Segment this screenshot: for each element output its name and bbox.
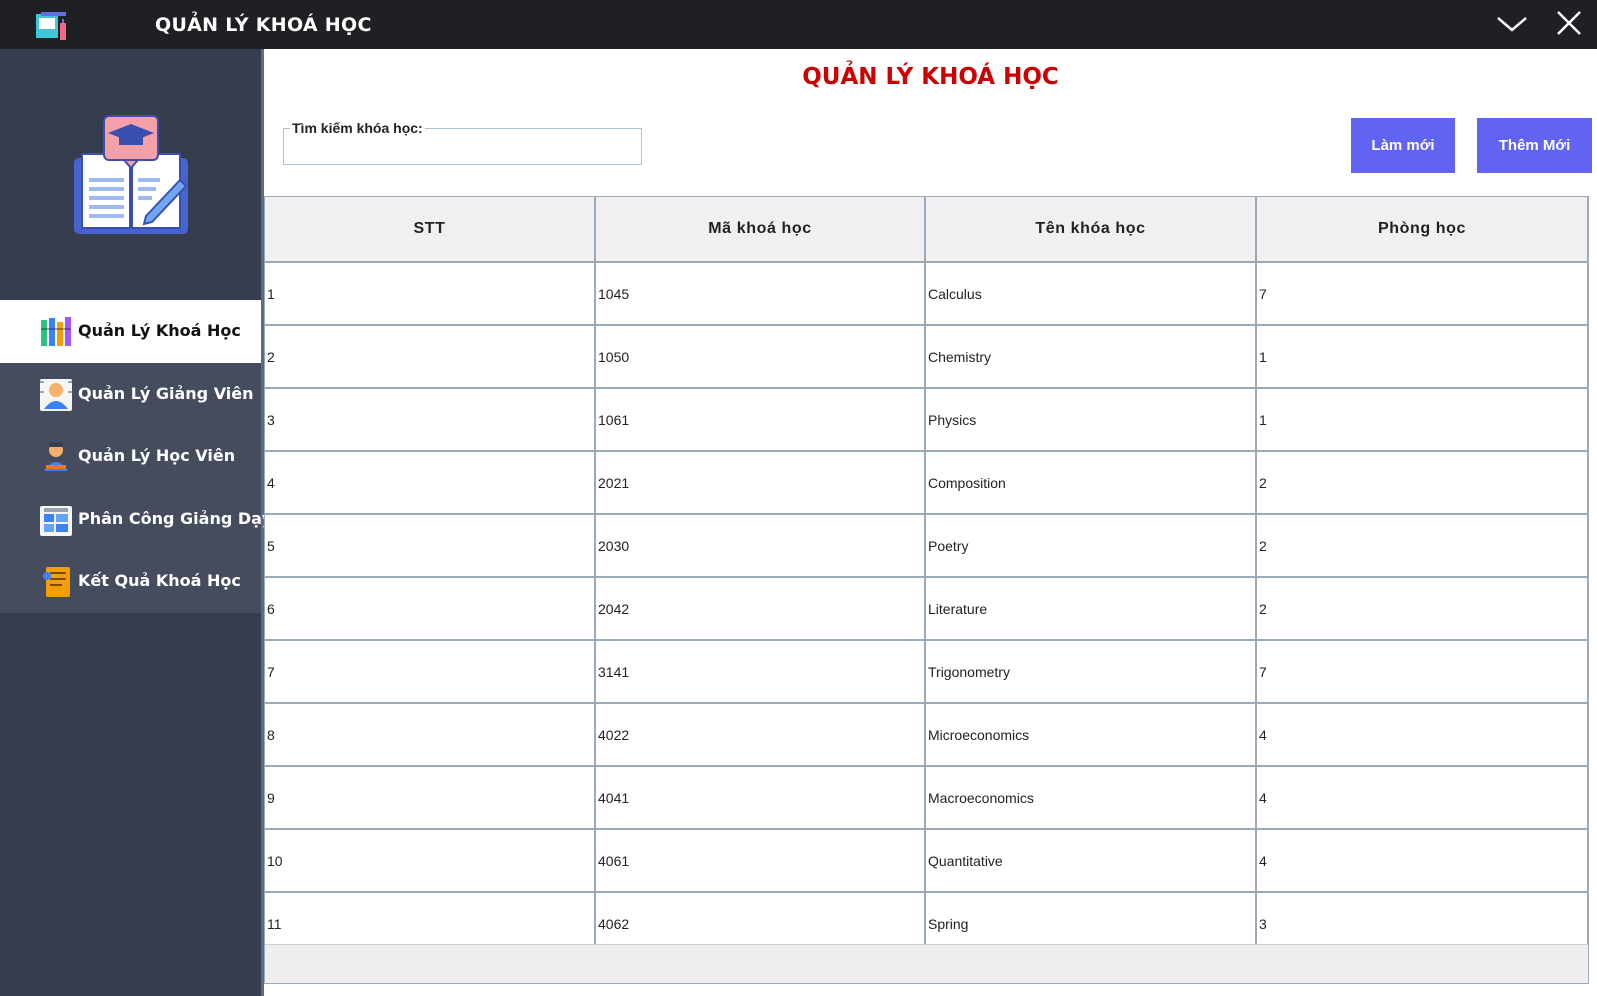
table-cell: 3 — [265, 388, 596, 452]
table-cell: Physics — [925, 388, 1257, 452]
table-row[interactable]: 2 1050 Chemistry 1 — [265, 325, 1589, 389]
search-input[interactable] — [286, 141, 642, 163]
table-cell: Calculus — [925, 262, 1257, 326]
refresh-button[interactable]: Làm mới — [1351, 118, 1455, 173]
table-body: 1 1045 Calculus 7 2 1050 Chemistry 1 3 1061 Physic… — [265, 262, 1589, 956]
table-cell: 1 — [1256, 388, 1589, 452]
report-icon — [43, 567, 70, 598]
table-cell: 7 — [1256, 262, 1589, 326]
table-cell: 4041 — [595, 766, 926, 830]
table-cell: 5 — [265, 514, 596, 578]
table-cell: 2 — [1256, 451, 1589, 515]
table-cell: 1 — [265, 262, 596, 326]
table-row[interactable]: 4 2021 Composition 2 — [265, 451, 1589, 515]
table-cell: 4 — [1256, 829, 1589, 893]
sidebar-item-course-management[interactable]: Quản Lý Khoá Học — [0, 300, 261, 363]
table-cell: 2 — [265, 325, 596, 389]
table-header-row: STT Mã khoá học Tên khóa học Phòng học — [265, 197, 1589, 263]
table-cell: 9 — [265, 766, 596, 830]
sidebar-item-label: Phân Công Giảng Dạy — [78, 508, 273, 528]
table-footer — [265, 944, 1588, 983]
table-cell: Literature — [925, 577, 1257, 641]
table-cell: 1045 — [595, 262, 926, 326]
table-row[interactable]: 3 1061 Physics 1 — [265, 388, 1589, 452]
sidebar-item-label: Quản Lý Khoá Học — [78, 321, 241, 340]
column-header-room[interactable]: Phòng học — [1256, 197, 1589, 263]
sidebar-item-student-management[interactable]: Quản Lý Học Viên — [0, 425, 261, 488]
sidebar-item-label: Quản Lý Học Viên — [78, 446, 236, 466]
table-cell: 2042 — [595, 577, 926, 641]
books-icon — [41, 317, 71, 346]
schedule-icon — [40, 505, 72, 536]
sidebar-item-teaching-assignment[interactable]: Phân Công Giảng Dạy — [0, 488, 272, 551]
column-header-stt[interactable]: STT — [265, 197, 596, 263]
student-icon — [44, 442, 68, 472]
column-header-course-name[interactable]: Tên khóa học — [925, 197, 1257, 263]
close-icon[interactable] — [1552, 8, 1586, 40]
teacher-icon — [40, 378, 72, 411]
add-new-button[interactable]: Thêm Mới — [1477, 118, 1592, 173]
table-cell: 2 — [1256, 577, 1589, 641]
window-title: QUẢN LÝ KHOÁ HỌC — [155, 14, 372, 36]
table-cell: Chemistry — [925, 325, 1257, 389]
column-header-course-code[interactable]: Mã khoá học — [595, 197, 926, 263]
table-cell: 4 — [1256, 766, 1589, 830]
table-cell: 6 — [265, 577, 596, 641]
table-cell: 7 — [1256, 640, 1589, 704]
search-label: Tìm kiếm khóa học: — [290, 120, 425, 136]
table-row[interactable]: 6 2042 Literature 2 — [265, 577, 1589, 641]
sidebar-item-label: Kết Quả Khoá Học — [78, 571, 241, 591]
table-cell: Poetry — [925, 514, 1257, 578]
table-cell: 1 — [1256, 325, 1589, 389]
book-graduation-icon — [74, 115, 188, 234]
table-cell: Microeconomics — [925, 703, 1257, 767]
table-cell: 4061 — [595, 829, 926, 893]
table-row[interactable]: 5 2030 Poetry 2 — [265, 514, 1589, 578]
table-cell: Composition — [925, 451, 1257, 515]
table-cell: 2030 — [595, 514, 926, 578]
table-cell: 10 — [265, 829, 596, 893]
course-table: STT Mã khoá học Tên khóa học Phòng học 1… — [264, 196, 1589, 984]
sidebar-item-lecturer-management[interactable]: Quản Lý Giảng Viên — [0, 363, 261, 426]
table-cell: Trigonometry — [925, 640, 1257, 704]
page-title: QUẢN LÝ KHOÁ HỌC — [802, 64, 1059, 90]
table-row[interactable]: 9 4041 Macroeconomics 4 — [265, 766, 1589, 830]
table-cell: 2021 — [595, 451, 926, 515]
title-bar: QUẢN LÝ KHOÁ HỌC — [0, 0, 1597, 49]
table-row[interactable]: 7 3141 Trigonometry 7 — [265, 640, 1589, 704]
table-cell: 8 — [265, 703, 596, 767]
table-cell: 2 — [1256, 514, 1589, 578]
table-cell: 4 — [265, 451, 596, 515]
table-cell: Quantitative — [925, 829, 1257, 893]
sidebar-item-label: Quản Lý Giảng Viên — [78, 383, 254, 403]
table-row[interactable]: 10 4061 Quantitative 4 — [265, 829, 1589, 893]
table-cell: 4022 — [595, 703, 926, 767]
app-icon — [36, 12, 66, 40]
table-row[interactable]: 1 1045 Calculus 7 — [265, 262, 1589, 326]
sidebar-item-course-results[interactable]: Kết Quả Khoá Học — [0, 550, 261, 613]
table-row[interactable]: 8 4022 Microeconomics 4 — [265, 703, 1589, 767]
table-cell: 3141 — [595, 640, 926, 704]
table-cell: 1061 — [595, 388, 926, 452]
table-cell: 1050 — [595, 325, 926, 389]
table-cell: 7 — [265, 640, 596, 704]
sidebar-menu: Quản Lý Khoá Học Quản Lý Giảng Viên Quản… — [0, 300, 272, 613]
chevron-down-icon[interactable] — [1495, 8, 1529, 40]
table-cell: Macroeconomics — [925, 766, 1257, 830]
table-cell: 4 — [1256, 703, 1589, 767]
